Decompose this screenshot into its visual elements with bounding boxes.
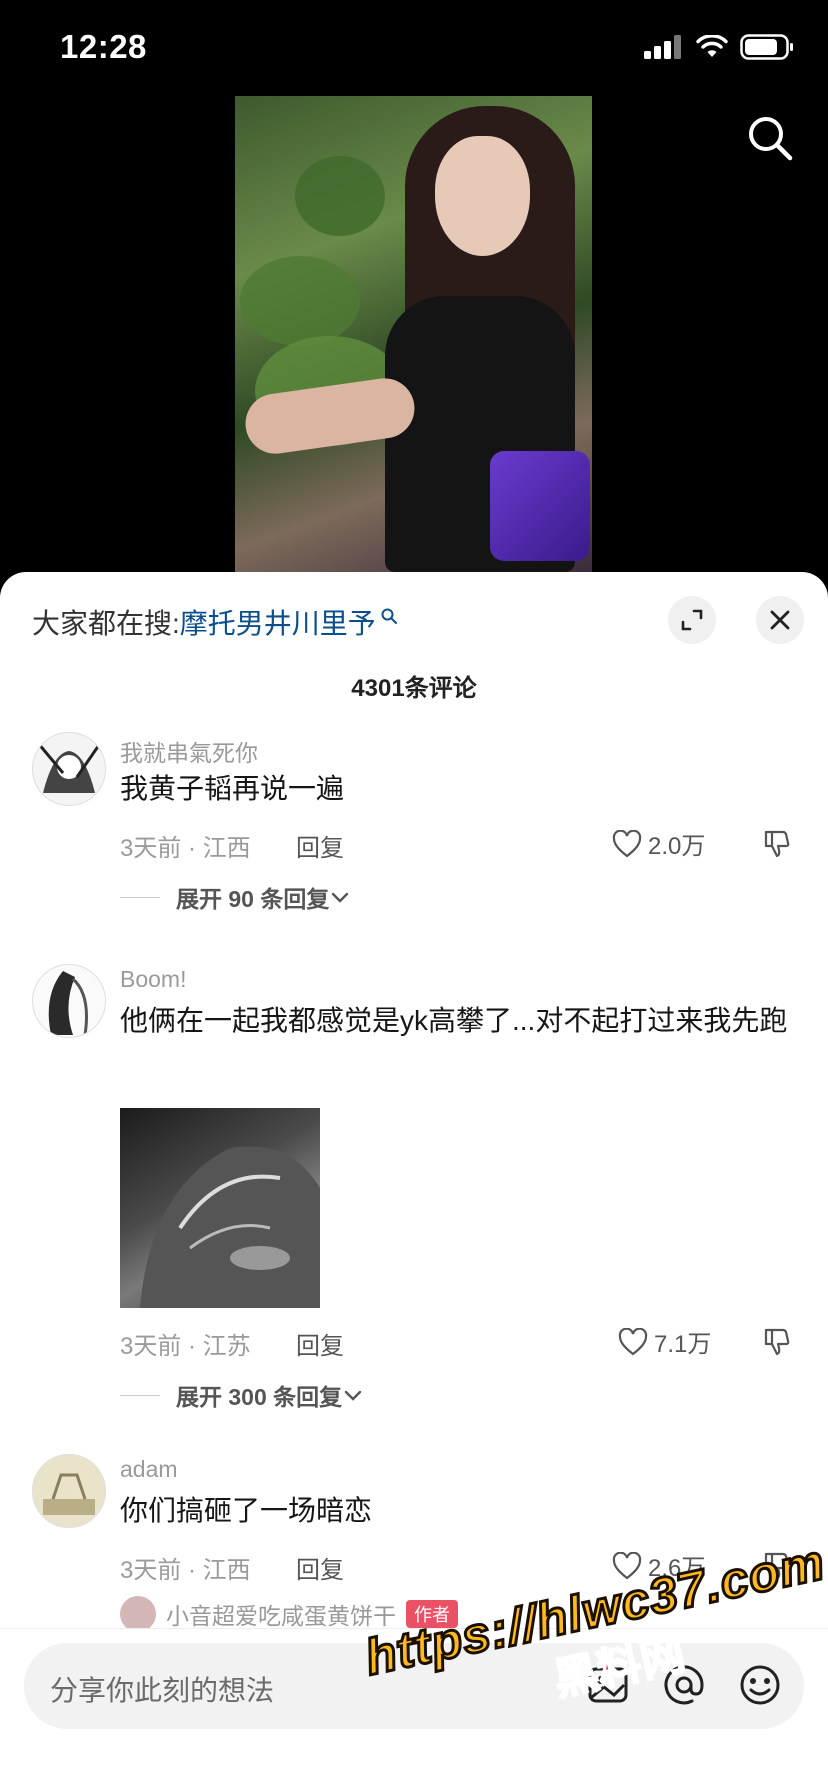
hot-search[interactable]: 大家都在搜: 摩托男井川里予 <box>32 602 398 642</box>
comment-username[interactable]: 我就串氣死你 <box>120 734 258 768</box>
status-bar: 12:28 <box>0 0 828 96</box>
reply-button[interactable]: 回复 <box>296 1550 344 1585</box>
comment-image[interactable] <box>120 1108 320 1308</box>
comment-text: 你们搞砸了一场暗恋 <box>120 1495 373 1526</box>
expand-replies-label: 展开 90 条回复 <box>176 886 330 912</box>
comment-text: 我黄子韬再说一遍 <box>120 773 345 804</box>
comment-time-location: 3天前 · 江苏 <box>120 1333 251 1360</box>
comment-input-placeholder: 分享你此刻的想法 <box>50 1675 275 1706</box>
avatar[interactable] <box>32 732 106 806</box>
search-icon[interactable] <box>746 114 794 162</box>
signal-icon <box>644 35 681 59</box>
comment-count: 4301条评论 <box>351 675 477 702</box>
sub-reply-username: 小音超爱吃咸蛋黄饼干 <box>166 1603 396 1629</box>
avatar[interactable] <box>32 964 106 1038</box>
purple-bag <box>490 451 590 561</box>
reply-button[interactable]: 回复 <box>296 828 344 863</box>
heart-icon <box>618 1327 648 1355</box>
dislike-icon[interactable] <box>762 828 792 858</box>
hot-search-keyword[interactable]: 摩托男井川里予 <box>180 602 376 642</box>
close-button[interactable] <box>756 596 804 644</box>
dislike-icon[interactable] <box>762 1326 792 1356</box>
status-icons <box>644 34 794 60</box>
comment-text: 他俩在一起我都感觉是yk高攀了...对不起打过来我先跑 <box>120 1005 788 1036</box>
comment-username[interactable]: adam <box>120 1456 178 1483</box>
like-count: 7.1万 <box>654 1331 712 1358</box>
expand-replies-button[interactable]: 展开 300 条回复 <box>120 1378 364 1412</box>
reply-button[interactable]: 回复 <box>296 1326 344 1361</box>
wifi-icon <box>696 35 728 57</box>
chevron-down-icon <box>332 892 349 903</box>
search-small-icon <box>381 608 397 624</box>
avatar <box>120 1596 156 1632</box>
video-player[interactable] <box>235 96 592 572</box>
expand-icon <box>681 609 703 631</box>
comment-time-location: 3天前 · 江西 <box>120 835 251 862</box>
like-button[interactable]: 2.0万 <box>612 826 705 861</box>
status-time: 12:28 <box>60 28 147 65</box>
avatar[interactable] <box>32 1454 106 1528</box>
comment-username[interactable]: Boom! <box>120 966 186 993</box>
like-count: 2.0万 <box>648 833 706 860</box>
expand-replies-button[interactable]: 展开 90 条回复 <box>120 880 351 914</box>
hot-search-prefix: 大家都在搜: <box>32 608 180 639</box>
battery-icon <box>740 34 793 60</box>
close-icon <box>770 610 790 630</box>
chevron-down-icon <box>344 1390 362 1401</box>
heart-icon <box>612 829 642 857</box>
comment-time-location: 3天前 · 江西 <box>120 1557 251 1584</box>
expand-sheet-button[interactable] <box>668 596 716 644</box>
like-button[interactable]: 7.1万 <box>618 1324 711 1359</box>
expand-replies-label: 展开 300 条回复 <box>176 1384 343 1410</box>
